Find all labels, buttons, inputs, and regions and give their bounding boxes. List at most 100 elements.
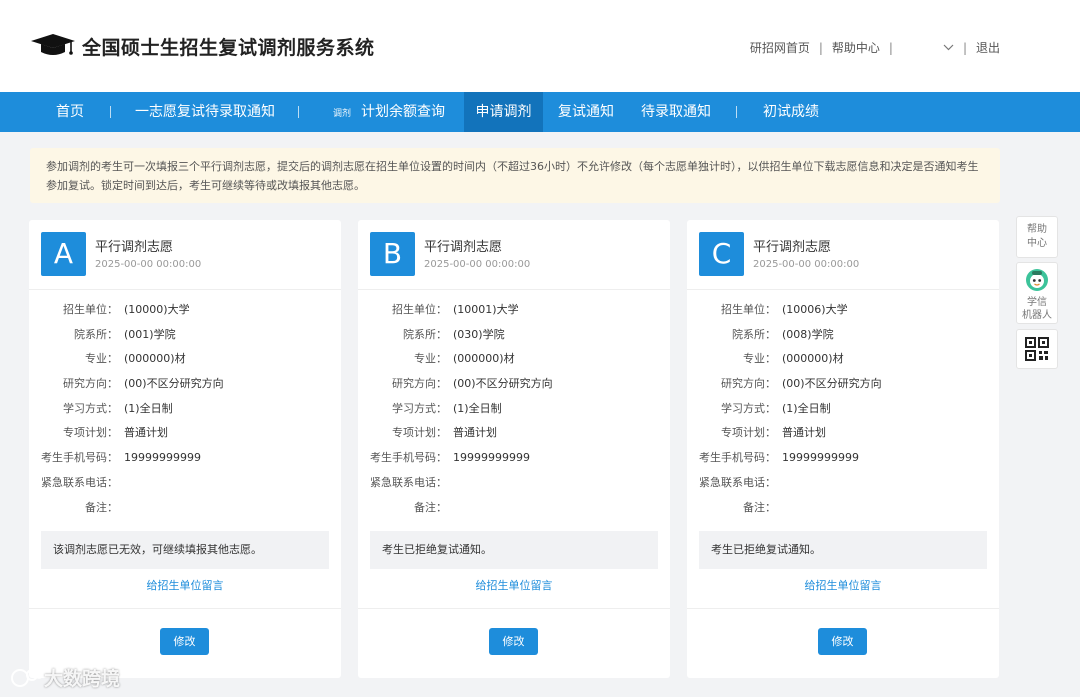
field-direction: 研究方向： (00)不区分研究方向 bbox=[358, 375, 670, 400]
field-value bbox=[776, 474, 782, 499]
nav-admission-notice[interactable]: 待录取通知 bbox=[632, 92, 720, 132]
nav-apply-adjustment[interactable]: 申请调剂 bbox=[464, 92, 543, 132]
field-value: (00)不区分研究方向 bbox=[124, 377, 224, 391]
field-dept: 院系所： (008)学院 bbox=[687, 326, 999, 351]
field-label: 招生单位： bbox=[392, 303, 447, 316]
field-major: 专业： (000000)材 bbox=[687, 350, 999, 375]
field-value: (1)全日制 bbox=[453, 401, 502, 415]
field-value: 19999999999 bbox=[453, 451, 530, 465]
nav-first-choice-notice[interactable]: 一志愿复试待录取通知 bbox=[126, 92, 284, 132]
field-value: 普通计划 bbox=[124, 426, 168, 440]
choice-badge: A bbox=[41, 232, 86, 276]
side-robot[interactable]: 学信 机器人 bbox=[1016, 262, 1058, 324]
nav-label: 计划余额查询 bbox=[361, 104, 445, 120]
field-direction: 研究方向： (00)不区分研究方向 bbox=[29, 375, 341, 400]
field-emergency: 紧急联系电话： bbox=[687, 474, 999, 499]
field-value bbox=[447, 499, 453, 524]
edit-button[interactable]: 修改 bbox=[160, 628, 209, 655]
message-unit-link[interactable]: 给招生单位留言 bbox=[29, 577, 341, 593]
field-value: (10006)大学 bbox=[782, 303, 848, 316]
separator: | bbox=[818, 40, 823, 55]
field-mode: 学习方式： (1)全日制 bbox=[29, 400, 341, 425]
field-mode: 学习方式： (1)全日制 bbox=[687, 400, 999, 425]
field-value bbox=[776, 499, 782, 524]
field-value: 普通计划 bbox=[453, 426, 497, 440]
field-label: 院系所： bbox=[732, 327, 776, 341]
nav-prefix: 调剂 bbox=[332, 109, 351, 119]
field-value: (10000)大学 bbox=[124, 303, 190, 316]
help-center-link[interactable]: 帮助中心 bbox=[832, 39, 880, 56]
field-major: 专业： (000000)材 bbox=[29, 350, 341, 375]
field-label: 考生手机号码： bbox=[699, 451, 776, 465]
separator: | bbox=[888, 40, 893, 55]
field-label: 学习方式： bbox=[392, 401, 447, 415]
field-dept: 院系所： (030)学院 bbox=[358, 326, 670, 351]
card-date: 2025-00-00 00:00:00 bbox=[753, 259, 860, 270]
field-plan: 专项计划： 普通计划 bbox=[687, 424, 999, 449]
main-nav: 首页 一志愿复试待录取通知 调剂 计划余额查询 申请调剂 复试通知 待录取通知 初… bbox=[0, 92, 1080, 132]
field-value: (030)学院 bbox=[453, 327, 505, 341]
edit-button[interactable]: 修改 bbox=[818, 628, 867, 655]
field-unit: 招生单位： (10000)大学 bbox=[29, 301, 341, 326]
choice-badge: B bbox=[370, 232, 415, 276]
edit-button[interactable]: 修改 bbox=[489, 628, 538, 655]
nav-retest-notice[interactable]: 复试通知 bbox=[550, 92, 622, 132]
field-label: 考生手机号码： bbox=[370, 451, 447, 465]
divider bbox=[687, 608, 999, 609]
side-help-line2: 中心 bbox=[1027, 238, 1047, 249]
nav-home[interactable]: 首页 bbox=[44, 92, 96, 132]
side-bot-line2: 机器人 bbox=[1022, 310, 1052, 321]
field-direction: 研究方向： (00)不区分研究方向 bbox=[687, 375, 999, 400]
card-title: 平行调剂志愿 bbox=[95, 240, 174, 255]
side-help-center[interactable]: 帮助 中心 bbox=[1016, 216, 1058, 258]
field-value: 19999999999 bbox=[124, 451, 201, 465]
field-label: 院系所： bbox=[74, 327, 118, 341]
field-label: 学习方式： bbox=[63, 401, 118, 415]
watermark-text: 大数跨境 bbox=[44, 668, 121, 690]
field-value bbox=[447, 474, 453, 499]
field-phone: 考生手机号码： 19999999999 bbox=[358, 449, 670, 474]
field-unit: 招生单位： (10001)大学 bbox=[358, 301, 670, 326]
card-header: B 平行调剂志愿 2025-00-00 00:00:00 bbox=[358, 220, 670, 290]
card-date: 2025-00-00 00:00:00 bbox=[424, 259, 531, 270]
field-label: 紧急联系电话： bbox=[370, 475, 447, 489]
watermark-logo-icon bbox=[11, 668, 43, 687]
field-value bbox=[118, 499, 124, 524]
home-link[interactable]: 研招网首页 bbox=[750, 39, 810, 56]
card-fields: 招生单位： (10000)大学 院系所： (001)学院 专业： (000000)材 … bbox=[29, 301, 341, 523]
field-emergency: 紧急联系电话： bbox=[358, 474, 670, 499]
nav-initial-scores[interactable]: 初试成绩 bbox=[752, 92, 830, 132]
field-label: 紧急联系电话： bbox=[41, 475, 118, 489]
field-label: 备注： bbox=[414, 500, 447, 514]
field-label: 院系所： bbox=[403, 327, 447, 341]
site-title: 全国硕士生招生复试调剂服务系统 bbox=[82, 37, 375, 59]
separator: | bbox=[962, 40, 967, 55]
field-value: (000000)材 bbox=[453, 352, 515, 366]
field-label: 紧急联系电话： bbox=[699, 475, 776, 489]
field-label: 研究方向： bbox=[392, 377, 447, 391]
field-label: 考生手机号码： bbox=[41, 451, 118, 465]
message-unit-link[interactable]: 给招生单位留言 bbox=[358, 577, 670, 593]
status-message: 该调剂志愿已无效，可继续填报其他志愿。 bbox=[41, 531, 329, 569]
field-plan: 专项计划： 普通计划 bbox=[29, 424, 341, 449]
field-label: 专项计划： bbox=[721, 426, 776, 440]
field-value bbox=[118, 474, 124, 499]
logout-link[interactable]: 退出 bbox=[976, 39, 1000, 56]
divider bbox=[358, 608, 670, 609]
user-dropdown[interactable] bbox=[902, 41, 954, 54]
field-label: 招生单位： bbox=[721, 303, 776, 316]
field-mode: 学习方式： (1)全日制 bbox=[358, 400, 670, 425]
side-qr-code[interactable] bbox=[1016, 329, 1058, 369]
robot-avatar-icon bbox=[1026, 269, 1048, 291]
field-remark: 备注： bbox=[29, 499, 341, 524]
field-value: (00)不区分研究方向 bbox=[453, 377, 553, 391]
watermark: 大数跨境 bbox=[10, 664, 120, 691]
header: 全国硕士生招生复试调剂服务系统 研招网首页 | 帮助中心 | | 退出 bbox=[0, 0, 1080, 92]
field-major: 专业： (000000)材 bbox=[358, 350, 670, 375]
nav-plan-balance[interactable]: 调剂 计划余额查询 bbox=[316, 92, 462, 132]
divider bbox=[29, 608, 341, 609]
field-label: 备注： bbox=[85, 500, 118, 514]
message-unit-link[interactable]: 给招生单位留言 bbox=[687, 577, 999, 593]
field-value: 普通计划 bbox=[782, 426, 826, 440]
status-message: 考生已拒绝复试通知。 bbox=[699, 531, 987, 569]
